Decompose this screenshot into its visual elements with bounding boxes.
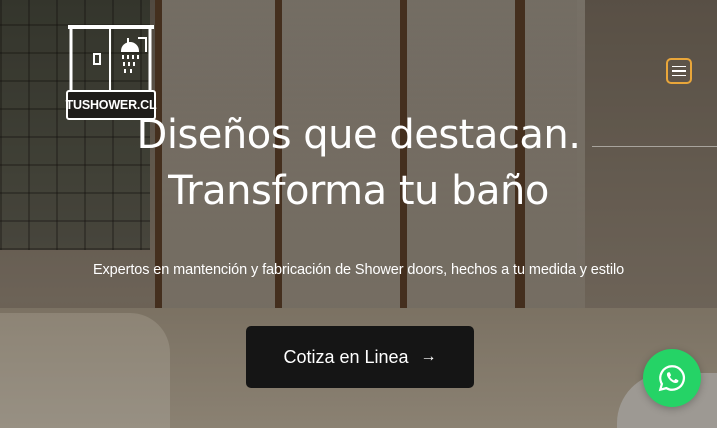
hero-section: TUSHOWER.CL Diseños que destacan. Transf… — [0, 0, 717, 428]
cta-label: Cotiza en Linea — [283, 346, 409, 367]
whatsapp-icon — [658, 365, 686, 392]
arrow-right-icon: → — [420, 348, 437, 365]
cotiza-button[interactable]: Cotiza en Linea → — [246, 326, 474, 388]
hero-headline-line1: Diseños que destacan. — [136, 112, 581, 158]
whatsapp-button[interactable] — [643, 349, 701, 407]
hero-headline-line2: Transforma tu baño — [168, 168, 549, 214]
hero-subtitle: Expertos en mantención y fabricación de … — [92, 262, 625, 278]
menu-toggle-button[interactable] — [666, 58, 692, 84]
shower-icon — [68, 25, 154, 90]
hamburger-menu-icon — [672, 65, 686, 68]
site-logo[interactable]: TUSHOWER.CL — [66, 24, 157, 120]
